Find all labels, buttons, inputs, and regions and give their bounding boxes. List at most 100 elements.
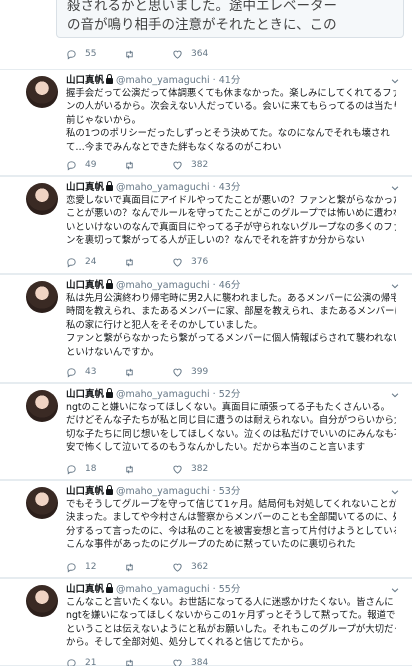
timestamp[interactable]: 41分 [219,75,241,86]
reply-button[interactable]: 43 [66,366,96,378]
tweet[interactable]: 山口真帆 @maho_yamaguchi · 53分 でもそうしてグループを守って… [0,481,412,578]
like-button[interactable]: 384 [172,657,208,666]
tweet-text: 私は先月公演終わり帰宅時に男2人に襲われました。あるメンバーに公演の帰宅 時間を… [66,292,396,359]
timestamp[interactable]: 46分 [219,280,241,291]
tweet-text-line: ンを裏切って繋がってる人が正しいの？なんでそれを許すか分からない [66,235,365,247]
handle[interactable]: @maho_yamaguchi [116,584,210,595]
handle[interactable]: @maho_yamaguchi [116,280,210,291]
like-button[interactable]: 382 [172,463,208,475]
display-name[interactable]: 山口真帆 [66,389,104,400]
reply-button[interactable]: 24 [66,256,96,268]
like-button[interactable]: 364 [172,48,208,60]
heart-icon [173,563,182,572]
tweet-text-line: 安で怖くして泣いてるのもうなんかしたい。だから本当のこと言います [66,442,366,454]
avatar[interactable] [26,281,58,313]
tweet-text-line: ngtを嫌いになってほしくないからこの1ヶ月ずっとそうして黙ってた。報道でもng… [66,610,396,622]
tweet-actions: 43 399 [66,366,366,378]
reply-button[interactable]: 21 [66,657,96,666]
previous-tweet-card[interactable]: 殺されるかと思いました。途中エレベーター の音が鳴り相手の注意がそれたときに、こ… [0,0,412,70]
reply-count: 21 [85,658,97,666]
handle[interactable]: @maho_yamaguchi [116,389,210,400]
reply-icon [67,562,76,573]
lock-icon [106,388,114,398]
tweet-text-line: 恋愛しないで真面目にアイドルやってたことが悪いの？ファンと繋がらなかった [66,195,396,206]
lock-icon [106,279,114,289]
separator: · [212,584,216,595]
tweet-timeline: 殺されるかと思いました。途中エレベーター の音が鳴り相手の注意がそれたときに、こ… [0,0,412,666]
reply-button[interactable]: 12 [66,561,96,573]
reply-button[interactable]: 55 [66,48,96,60]
retweet-icon [126,659,133,666]
tweet[interactable]: 山口真帆 @maho_yamaguchi · 55分 こんなこと言いたくない。お世… [0,579,412,666]
chevron-down-icon[interactable] [390,76,400,86]
retweet-icon [126,368,133,376]
reply-button[interactable]: 18 [66,463,96,475]
chevron-down-icon[interactable] [390,183,400,193]
like-button[interactable]: 376 [172,256,208,268]
timestamp[interactable]: 52分 [219,389,241,400]
like-button[interactable]: 399 [172,366,208,378]
retweet-button[interactable] [124,657,143,666]
retweet-button[interactable] [124,463,143,475]
retweet-button[interactable] [124,48,143,60]
display-name[interactable]: 山口真帆 [66,280,104,291]
avatar[interactable] [26,585,58,617]
reply-button[interactable]: 49 [66,159,96,171]
like-count: 382 [191,160,209,170]
retweet-button[interactable] [124,159,143,171]
timestamp[interactable]: 53分 [219,486,241,497]
like-count: 382 [191,464,209,474]
avatar[interactable] [26,487,58,519]
reply-count: 12 [85,562,97,572]
handle[interactable]: @maho_yamaguchi [116,486,210,497]
display-name[interactable]: 山口真帆 [66,584,104,595]
tweet-text-line: 前じゃないから。 [66,114,142,126]
tweet-text-line: だけどそんな子たちが私と同じ目に遭うのは耐えられない。自分がつらいから大 [66,415,396,427]
retweet-button[interactable] [124,561,143,573]
chevron-down-icon[interactable] [390,487,400,497]
reply-icon [67,160,76,171]
display-name[interactable]: 山口真帆 [66,182,104,193]
like-count: 399 [191,367,209,377]
retweet-button[interactable] [124,366,143,378]
tweet-text-line: こんなこと言いたくない。お世話になってる人に迷惑かけたくない。皆さんに [66,597,394,608]
handle[interactable]: @maho_yamaguchi [116,182,210,193]
chevron-down-icon[interactable] [390,585,400,595]
avatar[interactable] [26,390,58,422]
avatar[interactable] [26,76,58,108]
timestamp[interactable]: 43分 [219,182,241,193]
heart-icon [173,258,182,267]
heart-icon [173,161,182,170]
tweet-text: 握手会だって公演だって体調悪くても休まなかった。楽しみにしてくれてるファ ンの人… [66,87,396,154]
tweet-actions: 12 362 [66,561,366,573]
reply-count: 49 [85,160,97,170]
tweet-text-line: ngtのこと嫌いになってほしくない。真面目に頑張ってる子もたくさんいる。 [66,402,391,413]
avatar[interactable] [26,183,58,215]
image-text-line: の音が鳴り相手の注意がそれたときに、この [67,17,337,33]
like-button[interactable]: 382 [172,159,208,171]
reply-icon [67,49,76,60]
separator: · [212,280,216,291]
separator: · [212,75,216,86]
like-button[interactable]: 362 [172,561,208,573]
separator: · [212,389,216,400]
display-name[interactable]: 山口真帆 [66,75,104,86]
tweet[interactable]: 山口真帆 @maho_yamaguchi · 52分 ngtのこと嫌いになってほし… [0,384,412,480]
reply-icon [67,367,76,378]
display-name[interactable]: 山口真帆 [66,486,104,497]
tweet[interactable]: 山口真帆 @maho_yamaguchi · 46分 私は先月公演終わり帰宅時に男… [0,275,412,383]
tweet-text-line: 決まった。ましてや今村さんは警察からメンバーのことも全部聞いてるのに、処 [66,512,396,524]
tweet-image[interactable]: 殺されるかと思いました。途中エレベーター の音が鳴り相手の注意がそれたときに、こ… [56,0,404,38]
chevron-down-icon[interactable] [390,281,400,291]
handle[interactable]: @maho_yamaguchi [116,75,210,86]
timestamp[interactable]: 55分 [219,584,241,595]
tweet-header: 山口真帆 @maho_yamaguchi · 55分 [66,583,240,597]
like-count: 362 [191,562,209,572]
reply-count: 43 [85,367,97,377]
lock-icon [106,181,114,191]
tweet[interactable]: 山口真帆 @maho_yamaguchi · 41分 握手会だって公演だって体調悪… [0,70,412,176]
tweet[interactable]: 山口真帆 @maho_yamaguchi · 43分 恋愛しないで真面目にアイドル… [0,177,412,274]
tweet-header: 山口真帆 @maho_yamaguchi · 41分 [66,74,240,88]
retweet-button[interactable] [124,256,143,268]
chevron-down-icon[interactable] [390,390,400,400]
